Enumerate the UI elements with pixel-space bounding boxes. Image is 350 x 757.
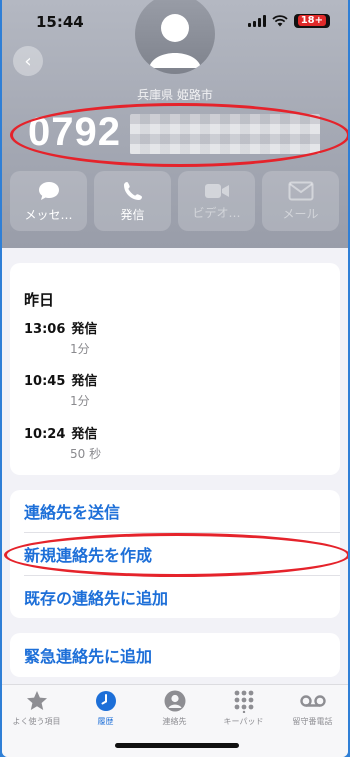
phone-screen: 15:44 18+ ‹ 兵庫県 姫路市 0792 メッセ… 発信 ビデオ… メー… [2, 0, 348, 757]
tab-contacts[interactable]: 連絡先 [140, 689, 209, 727]
tab-contacts-label: 連絡先 [162, 717, 187, 726]
tab-voicemail[interactable]: 留守番電話 [278, 689, 347, 727]
history-entry-type: 発信 [71, 427, 98, 442]
status-icons: 18+ [247, 14, 330, 28]
wifi-icon [272, 15, 288, 27]
message-button[interactable]: メッセ… [10, 171, 87, 231]
phone-icon [123, 181, 142, 200]
send-contact-row[interactable]: 連絡先を送信 [10, 490, 340, 532]
message-bubble-icon [38, 181, 59, 200]
status-time: 15:44 [36, 13, 84, 31]
clock-icon [95, 691, 116, 711]
tab-keypad[interactable]: キーパッド [209, 689, 278, 727]
action-buttons: メッセ… 発信 ビデオ… メール [10, 171, 340, 231]
tab-keypad-label: キーパッド [223, 717, 264, 726]
video-camera-icon [204, 183, 229, 198]
message-button-label: メッセ… [24, 207, 73, 222]
contact-location: 兵庫県 姫路市 [137, 88, 213, 102]
create-contact-highlight-ellipse [4, 533, 348, 577]
history-entry-time: 13:06 [24, 322, 66, 337]
cellular-signal-icon [247, 15, 266, 27]
history-entry-duration: 50 秒 [70, 447, 102, 461]
history-entry-time: 10:45 [24, 374, 66, 389]
history-date-title: 昨日 [24, 291, 55, 309]
add-emergency-contact-row[interactable]: 緊急連絡先に追加 [10, 634, 340, 676]
history-entry: 10:45 発信 1分 [24, 370, 98, 408]
history-entry: 13:06 発信 1分 [24, 318, 98, 356]
history-entry-type: 発信 [71, 374, 98, 389]
keypad-icon [234, 690, 253, 713]
tab-recents-label: 履歴 [97, 717, 114, 726]
mail-button-label: メール [282, 206, 319, 221]
add-to-existing-contact-row[interactable]: 既存の連絡先に追加 [10, 576, 340, 618]
star-icon [26, 691, 47, 710]
tab-favorites[interactable]: よく使う項目 [2, 689, 71, 727]
battery-label: 18+ [297, 15, 326, 26]
home-indicator [115, 743, 239, 748]
battery-icon: 18+ [293, 14, 330, 28]
video-call-button-label: ビデオ… [192, 205, 241, 220]
voicemail-icon [299, 695, 326, 707]
person-icon [135, 0, 215, 74]
history-entry-type: 発信 [71, 322, 98, 337]
history-entry: 10:24 発信 50 秒 [24, 423, 101, 461]
call-button[interactable]: 発信 [94, 171, 171, 231]
tab-favorites-label: よく使う項目 [12, 717, 61, 726]
chevron-left-icon: ‹ [24, 50, 32, 72]
video-call-button[interactable]: ビデオ… [178, 171, 255, 231]
emergency-contact-card: 緊急連絡先に追加 [10, 633, 340, 677]
envelope-icon [288, 181, 313, 200]
history-entry-duration: 1分 [70, 342, 90, 356]
tab-voicemail-label: 留守番電話 [292, 717, 333, 726]
person-circle-icon [164, 690, 185, 712]
call-button-label: 発信 [120, 207, 145, 222]
history-entry-duration: 1分 [70, 394, 90, 408]
tab-recents[interactable]: 履歴 [71, 689, 140, 727]
back-button[interactable]: ‹ [13, 46, 43, 76]
call-history-card: 昨日 13:06 発信 1分 10:45 発信 1分 10:24 発信 50 秒 [10, 263, 340, 475]
mail-button[interactable]: メール [262, 171, 339, 231]
number-highlight-ellipse [10, 103, 348, 167]
history-entry-time: 10:24 [24, 427, 66, 442]
contact-header: 15:44 18+ ‹ 兵庫県 姫路市 0792 メッセ… 発信 ビデオ… メー… [2, 0, 348, 248]
